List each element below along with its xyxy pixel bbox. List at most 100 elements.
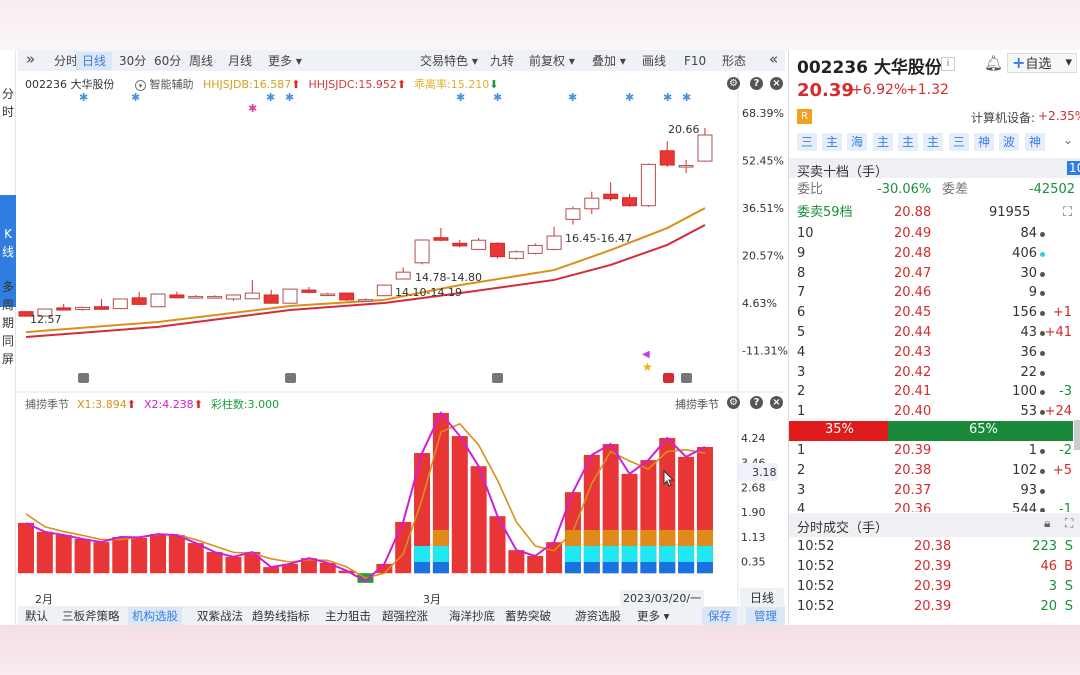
add-watchlist-button[interactable]: +自选 ▾ xyxy=(1007,53,1077,73)
candle-body xyxy=(150,293,166,308)
strategy-button[interactable]: 主 xyxy=(923,133,943,151)
info-icon[interactable]: i xyxy=(941,57,955,71)
candle-body xyxy=(490,242,505,258)
strategy-tab-bar: 默认 三板斧策略 机构选股 双紫战法 趋势线指标 主力狙击 超强控涨 海洋抄底 蓄势突破 游资选股… xyxy=(18,606,785,625)
order-dot-icon xyxy=(1040,488,1045,494)
strategy-button[interactable]: 波 xyxy=(999,133,1019,151)
percent-axis-label: 52.45% xyxy=(742,155,784,168)
period-label[interactable]: 日线 xyxy=(740,588,785,607)
candle-body xyxy=(659,150,675,166)
strategy-button[interactable]: 神 xyxy=(974,133,994,151)
orderbook-row[interactable]: 7 20.46 9 xyxy=(789,283,1080,303)
orderbook-title: 买卖十档（手） xyxy=(797,165,889,180)
color-bar-segment xyxy=(640,529,657,546)
orderbook-row[interactable]: 8 20.47 30 xyxy=(789,264,1080,284)
strategy-tab[interactable]: 默认 xyxy=(21,607,52,625)
orderbook-row[interactable]: 1 20.40 53 +24 xyxy=(789,402,1080,422)
diff-value: -42502 xyxy=(1028,182,1075,197)
strategy-button[interactable]: 神 xyxy=(1025,133,1045,151)
price-annotation: 14.10-14.19 xyxy=(395,286,462,299)
indicator-bar xyxy=(395,521,412,574)
orderbook-row[interactable]: 10 20.49 84 xyxy=(789,224,1080,244)
color-bar-segment xyxy=(564,562,581,574)
color-bar-segment xyxy=(659,562,676,574)
candle-body xyxy=(603,193,619,200)
color-bar-segment xyxy=(414,545,431,562)
strategy-tab[interactable]: 主力狙击 xyxy=(321,607,375,625)
strategy-button[interactable]: 主 xyxy=(873,133,893,151)
orderbook-row[interactable]: 2 20.41 100 -3 xyxy=(789,382,1080,402)
orderbook-row[interactable]: 4 20.43 36 xyxy=(789,343,1080,363)
chevron-double-down-icon[interactable]: ⌄ xyxy=(1063,133,1073,147)
strategy-button[interactable]: 三 xyxy=(797,133,817,151)
candle-body xyxy=(320,293,336,297)
indicator-bar xyxy=(168,535,185,574)
strategy-tab[interactable]: 游资选股 xyxy=(571,607,625,625)
orderbook-scrollbar[interactable] xyxy=(1074,420,1080,450)
sub-axis-label: 2.68 xyxy=(741,481,766,494)
color-bar-segment xyxy=(696,562,713,574)
help-icon[interactable]: ? xyxy=(750,396,763,409)
close-icon[interactable]: × xyxy=(770,396,783,409)
indicator-bar xyxy=(508,550,525,574)
strategy-button[interactable]: 三 xyxy=(949,133,969,151)
orderbook-row[interactable]: 3 20.37 93 xyxy=(789,481,1080,501)
strategy-tab[interactable]: 三板斧策略 xyxy=(58,607,124,625)
star-icon: ★ xyxy=(642,360,653,374)
smart-assist-toggle[interactable]: ▾ 智能辅助 xyxy=(135,76,194,92)
strategy-tab[interactable]: 机构选股 xyxy=(128,607,182,625)
r-badge: R xyxy=(797,109,812,124)
expand-icon[interactable]: ⛶ xyxy=(1063,203,1072,223)
orderbook-row[interactable]: 1 20.39 1 -2 xyxy=(789,441,1080,461)
candle-body xyxy=(565,208,581,220)
candle-body xyxy=(414,239,430,264)
orderbook-row[interactable]: 3 20.42 22 xyxy=(789,363,1080,383)
signal-star-icon: ✱ xyxy=(248,102,257,115)
signal-star-icon: ✱ xyxy=(456,91,465,104)
orderbook-row[interactable]: 9 20.48 406 xyxy=(789,244,1080,264)
strategy-tab[interactable]: 双紫战法 xyxy=(193,607,247,625)
orderbook-row[interactable]: 5 20.44 43 +41 xyxy=(789,323,1080,343)
sub-indicator-name: 捕捞季节 xyxy=(675,398,719,411)
order-dot-icon xyxy=(1040,508,1045,512)
candle-body xyxy=(75,306,91,311)
chevron-down-icon: ▾ xyxy=(1065,55,1072,70)
orderbook-row[interactable]: 2 20.38 102 +5 xyxy=(789,461,1080,481)
chevron-down-circle-icon: ▾ xyxy=(135,80,146,91)
save-button[interactable]: 保存 xyxy=(702,607,737,625)
strategy-button[interactable]: 海 xyxy=(847,133,867,151)
news-icon xyxy=(681,373,692,383)
color-bar-segment xyxy=(583,529,600,546)
close-icon[interactable]: × xyxy=(770,77,783,90)
trade-row: 10:52 20.39 3 S xyxy=(797,579,1073,594)
strategy-button[interactable]: 主 xyxy=(898,133,918,151)
candle-body xyxy=(697,134,713,162)
expand-icon[interactable]: ⛶ xyxy=(1065,516,1073,531)
color-bar-segment xyxy=(621,529,638,546)
percent-axis-label: 20.57% xyxy=(742,250,784,263)
orderbook-row[interactable]: 6 20.45 156 +1 xyxy=(789,303,1080,323)
color-bar-segment xyxy=(678,545,695,562)
order-dot-icon xyxy=(1040,251,1045,257)
strategy-tab[interactable]: 超强控涨 xyxy=(378,607,432,625)
lock-icon[interactable]: 🔒︎ xyxy=(1044,516,1050,531)
industry-label[interactable]: 计算机设备: xyxy=(971,109,1035,126)
gear-icon[interactable]: ⚙ xyxy=(727,77,740,90)
smart-assist-label: 智能辅助 xyxy=(149,78,194,91)
strategy-tab[interactable]: 海洋抄底 xyxy=(445,607,499,625)
levels-badge[interactable]: 10 xyxy=(1067,161,1080,175)
help-icon[interactable]: ? xyxy=(750,77,763,90)
legend-item: X1:3.894⬆ xyxy=(77,398,136,411)
bell-icon[interactable]: 🔔︎ xyxy=(984,54,1003,72)
strategy-button[interactable]: 主 xyxy=(822,133,842,151)
color-bar-segment xyxy=(659,545,676,562)
orderbook-row[interactable]: 4 20.36 544 -1 xyxy=(789,500,1080,512)
manage-button[interactable]: 管理 xyxy=(746,607,785,625)
strategy-tab[interactable]: 蓄势突破 xyxy=(501,607,555,625)
strategy-tab[interactable]: 趋势线指标 xyxy=(248,607,314,625)
strategy-tab[interactable]: 更多 ▾ xyxy=(633,607,673,625)
flag-icon: ◀ xyxy=(642,349,650,360)
gear-icon[interactable]: ⚙ xyxy=(727,396,740,409)
color-bar-segment xyxy=(583,562,600,574)
ratio-label: 委比 xyxy=(797,182,824,197)
